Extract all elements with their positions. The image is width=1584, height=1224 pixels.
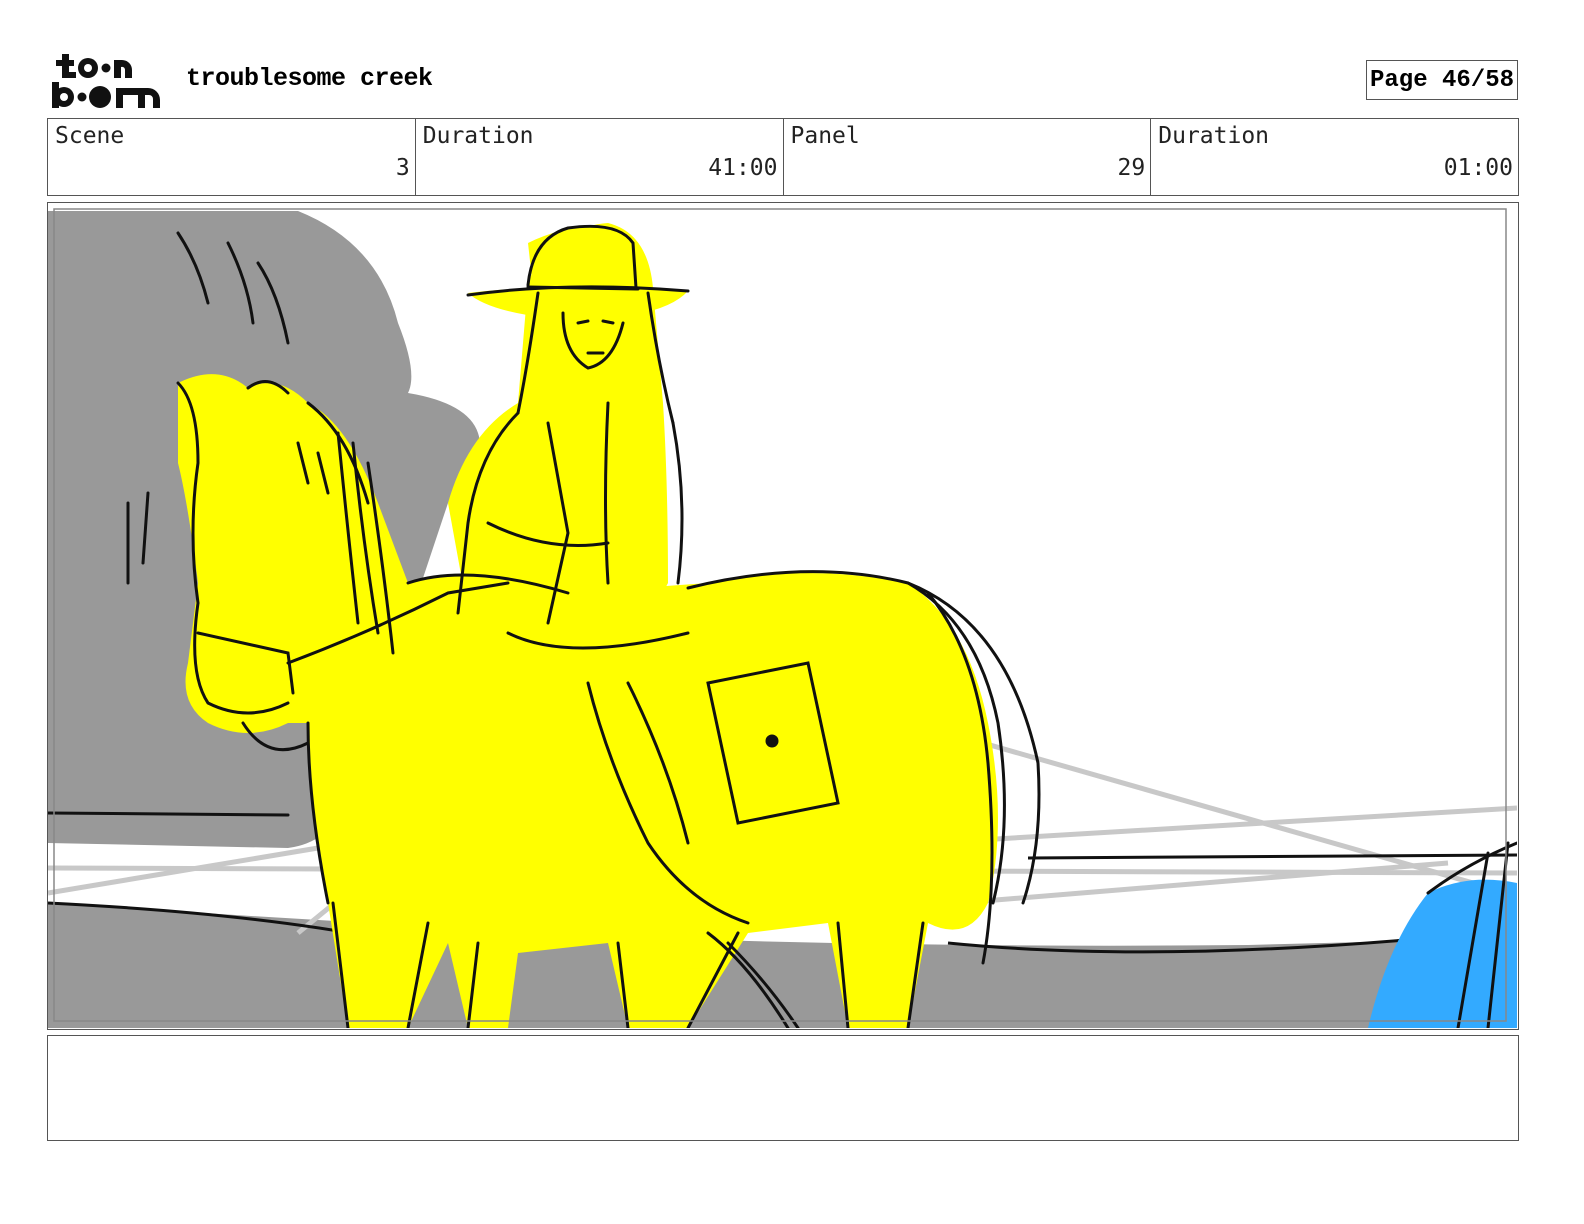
panel-label: Panel xyxy=(790,123,860,149)
panel-duration-cell: Duration 01:00 xyxy=(1151,119,1518,195)
storyboard-panel xyxy=(47,202,1519,1030)
panel-duration-label: Duration xyxy=(1158,123,1270,149)
scene-duration-cell: Duration 41:00 xyxy=(416,119,784,195)
toonboom-logo xyxy=(52,52,164,110)
panel-sketch xyxy=(48,203,1517,1028)
panel-value: 29 xyxy=(1117,155,1146,181)
scene-cell: Scene 3 xyxy=(48,119,416,195)
panel-duration-value: 01:00 xyxy=(1443,155,1513,181)
panel-cell: Panel 29 xyxy=(784,119,1152,195)
scene-duration-label: Duration xyxy=(422,123,534,149)
scene-value: 3 xyxy=(395,155,410,181)
page-indicator: Page 46/58 xyxy=(1366,60,1518,100)
scene-duration-value: 41:00 xyxy=(708,155,778,181)
project-title: troublesome creek xyxy=(186,64,433,93)
panel-notes-box xyxy=(47,1035,1519,1141)
panel-info-table: Scene 3 Duration 41:00 Panel 29 Duration… xyxy=(47,118,1519,196)
scene-label: Scene xyxy=(55,123,125,149)
